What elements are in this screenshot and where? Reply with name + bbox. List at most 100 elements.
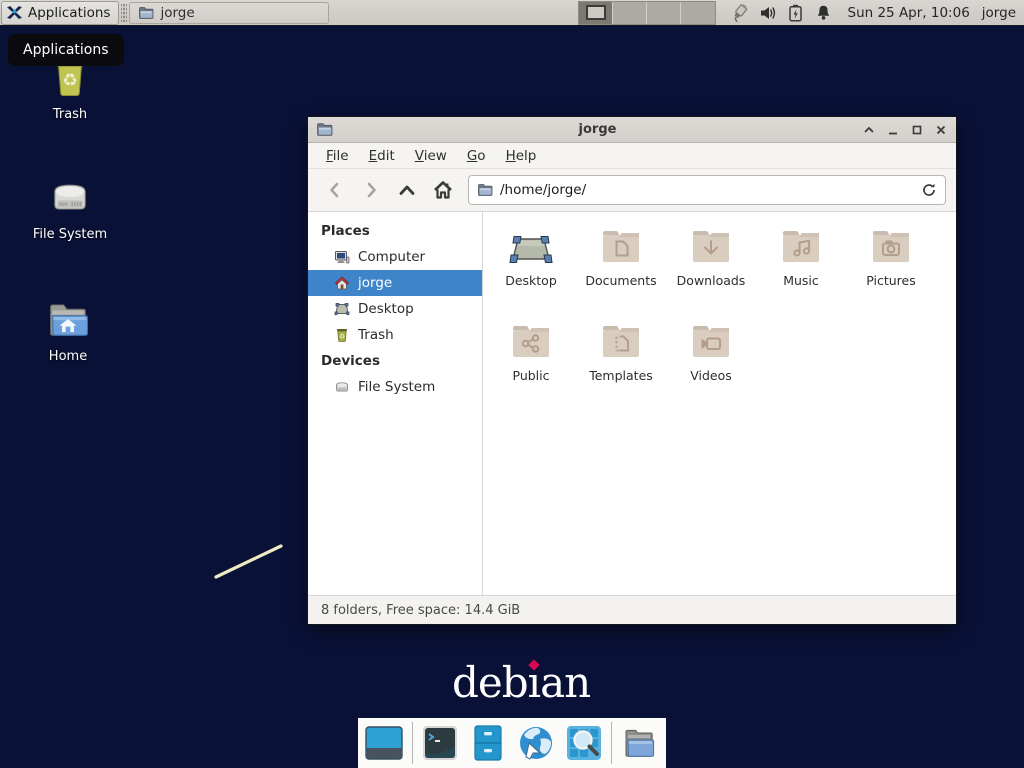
home-folder-icon: [42, 292, 94, 344]
file-manager-window: jorge File Edit View Go Help: [307, 116, 957, 625]
xfce-logo-icon: [6, 4, 23, 21]
sidebar-item-jorge[interactable]: jorge: [308, 270, 482, 296]
menubar: File Edit View Go Help: [308, 143, 956, 169]
taskbar-item-jorge[interactable]: jorge: [129, 2, 329, 24]
desktop-root: ♻ Trash File System Home Applications: [0, 0, 1024, 768]
sidebar-item-label: Computer: [358, 249, 425, 265]
folder-item-videos[interactable]: Videos: [666, 315, 756, 410]
terminal-button[interactable]: [420, 723, 461, 764]
location-folder-icon: [477, 182, 493, 198]
folder-label: Desktop: [505, 273, 557, 288]
folder-item-templates[interactable]: Templates: [576, 315, 666, 410]
file-manager-button[interactable]: [468, 723, 509, 764]
maximize-button[interactable]: [910, 123, 924, 137]
open-folder-icon: [620, 723, 660, 763]
terminal-icon: [420, 723, 460, 763]
stray-line: [210, 540, 290, 582]
sidebar-item-label: Trash: [358, 327, 394, 343]
menu-edit[interactable]: Edit: [361, 145, 403, 167]
sidebar-item-label: jorge: [358, 275, 392, 291]
desktop-icon-label: File System: [33, 227, 107, 242]
workspace-1[interactable]: [579, 2, 613, 24]
system-tray: [730, 3, 834, 23]
desktop-icon-label: Home: [49, 349, 87, 364]
globe-browser-icon: [516, 723, 556, 763]
back-button[interactable]: [318, 174, 352, 206]
sidebar-item-file-system[interactable]: File System: [308, 374, 482, 400]
applications-menu-label: Applications: [28, 5, 110, 21]
bottom-dock: [358, 718, 666, 768]
folder-label: Music: [783, 273, 819, 288]
folder-item-documents[interactable]: Documents: [576, 220, 666, 315]
battery-charging-icon[interactable]: [786, 3, 806, 23]
open-folder-window-button[interactable]: [619, 723, 660, 764]
clock[interactable]: Sun 25 Apr, 10:06: [848, 5, 970, 21]
toolbar: /home/jorge/: [308, 169, 956, 212]
panel-drag-handle[interactable]: [121, 4, 127, 22]
menu-help[interactable]: Help: [498, 145, 545, 167]
app-finder-button[interactable]: [563, 723, 604, 764]
show-desktop-button[interactable]: [364, 723, 405, 764]
debian-logo-dot: [528, 659, 539, 670]
desktop-icon-home[interactable]: Home: [20, 292, 116, 364]
workspace-switcher[interactable]: [578, 1, 716, 25]
applications-menu-button[interactable]: Applications: [1, 1, 119, 25]
folder-item-pictures[interactable]: Pictures: [846, 220, 936, 315]
folder-item-downloads[interactable]: Downloads: [666, 220, 756, 315]
app-finder-icon: [564, 723, 604, 763]
reload-button[interactable]: [921, 182, 937, 198]
videos-folder-icon: [687, 317, 735, 365]
templates-folder-icon: [597, 317, 645, 365]
public-folder-icon: [507, 317, 555, 365]
menu-file[interactable]: File: [318, 145, 357, 167]
desktop-icon-file-system[interactable]: File System: [22, 170, 118, 242]
computer-icon: [334, 249, 350, 265]
workspace-4[interactable]: [681, 2, 715, 24]
network-cable-icon[interactable]: [730, 3, 750, 23]
window-folder-icon: [316, 121, 333, 138]
window-title: jorge: [333, 122, 862, 137]
svg-text:♻: ♻: [339, 333, 345, 341]
workspace-3[interactable]: [647, 2, 681, 24]
sidebar-item-label: Desktop: [358, 301, 414, 317]
folder-item-public[interactable]: Public: [486, 315, 576, 410]
window-titlebar[interactable]: jorge: [308, 117, 956, 143]
debian-logo: debıan: [452, 658, 590, 707]
shade-button[interactable]: [862, 123, 876, 137]
location-path[interactable]: /home/jorge/: [500, 182, 914, 198]
location-bar[interactable]: /home/jorge/: [468, 175, 946, 205]
folder-view: Desktop Documents: [483, 212, 956, 595]
folder-item-music[interactable]: Music: [756, 220, 846, 315]
documents-folder-icon: [597, 222, 645, 270]
sidebar-item-desktop[interactable]: Desktop: [308, 296, 482, 322]
minimize-button[interactable]: [886, 123, 900, 137]
menu-go[interactable]: Go: [459, 145, 494, 167]
drive-icon-small: [334, 379, 350, 395]
sidebar-item-trash[interactable]: ♻ Trash: [308, 322, 482, 348]
workspace-2[interactable]: [613, 2, 647, 24]
folder-item-desktop[interactable]: Desktop: [486, 220, 576, 315]
window-body: Places Computer: [308, 212, 956, 595]
folder-label: Pictures: [866, 273, 916, 288]
taskbar-item-label: jorge: [160, 5, 194, 21]
applications-tooltip: Applications: [8, 34, 124, 66]
sidebar-item-label: File System: [358, 379, 435, 395]
desktop-icon-label: Trash: [53, 107, 87, 122]
top-panel: Applications jorge: [0, 0, 1024, 26]
up-button[interactable]: [390, 174, 424, 206]
debian-logo-text-1: deb: [452, 658, 528, 707]
forward-button[interactable]: [354, 174, 388, 206]
menu-view[interactable]: View: [407, 145, 455, 167]
sidebar-item-computer[interactable]: Computer: [308, 244, 482, 270]
notifications-bell-icon[interactable]: [814, 3, 834, 23]
volume-icon[interactable]: [758, 3, 778, 23]
home-button[interactable]: [426, 174, 460, 206]
sidebar: Places Computer: [308, 212, 483, 595]
session-username[interactable]: jorge: [982, 5, 1016, 21]
web-browser-button[interactable]: [515, 723, 556, 764]
folder-label: Downloads: [677, 273, 746, 288]
close-button[interactable]: [934, 123, 948, 137]
folder-label: Public: [513, 368, 550, 383]
folder-label: Documents: [585, 273, 656, 288]
sidebar-header-devices: Devices: [308, 348, 482, 374]
